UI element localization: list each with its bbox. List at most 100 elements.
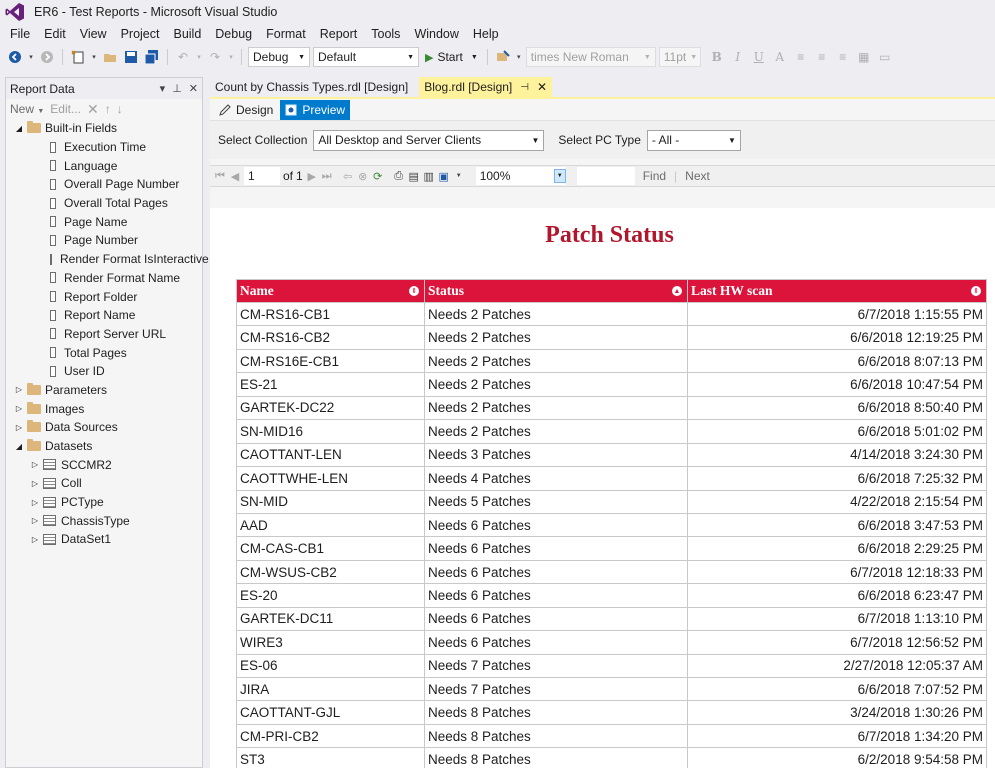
sort-icon[interactable]: ⇕ [971,286,981,296]
attach-debugger-icon[interactable] [494,48,512,66]
menu-item-help[interactable]: Help [466,24,506,44]
close-icon[interactable]: ✕ [189,82,198,95]
pin-tab-icon[interactable]: ⊣ [520,82,529,93]
first-page-icon[interactable]: ⏮ [214,170,226,183]
tree-node-built-in-fields[interactable]: ◢ Built-in Fields [6,119,202,138]
stop-icon[interactable]: ⊗ [357,170,369,183]
tree-item-dataset[interactable]: ▷ Coll [6,474,202,493]
font-family-select[interactable]: times New Roman ▼ [525,47,656,67]
find-button[interactable]: Find [638,169,671,183]
tree-item-dataset[interactable]: ▷ DataSet1 [6,530,202,549]
tree-item-field[interactable]: Page Name [6,212,202,231]
menu-item-debug[interactable]: Debug [208,24,259,44]
page-setup-icon[interactable]: ▥ [423,170,435,183]
redo-icon[interactable]: ↷ [206,48,224,66]
start-button[interactable]: ▶ Start ▼ [422,50,481,64]
new-project-icon[interactable] [69,48,87,66]
align-left-icon[interactable]: ≡ [792,48,810,66]
menu-item-window[interactable]: Window [407,24,465,44]
tree-item-field[interactable]: Execution Time [6,138,202,157]
tree-node-folder[interactable]: ▷ Images [6,399,202,418]
menu-item-tools[interactable]: Tools [364,24,407,44]
print-layout-icon[interactable]: ▤ [408,170,420,183]
save-icon[interactable] [122,48,140,66]
print-icon[interactable]: ⎙ [393,170,405,183]
tree-item-field[interactable]: Language [6,156,202,175]
tree-item-field[interactable]: Page Number [6,231,202,250]
chevron-down-icon[interactable]: ▼ [453,173,465,179]
dropdown-arrow-icon[interactable]: ▾ [195,48,203,66]
bold-button[interactable]: B [708,50,726,64]
folder-icon [27,439,41,452]
tab-blog-design[interactable]: Blog.rdl [Design] ⊣ ✕ [419,77,553,97]
new-button[interactable]: New ▼ [10,102,44,116]
pin-icon[interactable]: ⊥ [172,82,182,95]
tab-preview[interactable]: Preview [280,99,351,120]
align-right-icon[interactable]: ≡ [834,48,852,66]
pc-type-select[interactable]: - All - ▼ [646,129,741,151]
menu-item-edit[interactable]: Edit [37,24,73,44]
solution-platform-select[interactable]: Default ▼ [313,47,419,67]
tree-item-dataset[interactable]: ▷ ChassisType [6,511,202,530]
zoom-select[interactable]: 100% ▼ [475,167,566,185]
tree-node-datasets[interactable]: ◢ Datasets [6,437,202,456]
next-button[interactable]: Next [680,169,715,183]
italic-button[interactable]: I [729,50,747,64]
tree-item-dataset[interactable]: ▷ PCType [6,493,202,512]
menu-item-build[interactable]: Build [166,24,208,44]
collection-select[interactable]: All Desktop and Server Clients ▼ [313,129,545,151]
align-center-icon[interactable]: ≡ [813,48,831,66]
previous-page-icon[interactable]: ◀ [229,170,241,183]
back-to-parent-icon[interactable]: ⇦ [342,170,354,183]
edit-button[interactable]: Edit... [50,102,81,116]
solution-configuration-select[interactable]: Debug ▼ [248,47,310,67]
move-up-icon[interactable]: ↑ [105,102,111,116]
move-down-icon[interactable]: ↓ [117,102,123,116]
tree-item-field[interactable]: Render Format IsInteractive [6,250,209,269]
tree-item-field[interactable]: Overall Total Pages [6,194,202,213]
tab-count-by-chassis-types[interactable]: Count by Chassis Types.rdl [Design] [210,77,413,97]
tree-item-field[interactable]: User ID [6,362,202,381]
back-icon[interactable] [6,48,24,66]
open-file-icon[interactable] [101,48,119,66]
sort-ascending-icon[interactable]: ▲ [672,286,682,296]
menu-item-format[interactable]: Format [259,24,313,44]
tree-node-folder[interactable]: ▷ Parameters [6,381,202,400]
current-page-input[interactable]: 1 [244,167,280,185]
border-icon[interactable]: ▦ [855,48,873,66]
tab-design[interactable]: Design [214,100,278,120]
save-all-icon[interactable] [143,48,161,66]
menu-item-report[interactable]: Report [313,24,365,44]
tree-item-field[interactable]: Report Folder [6,287,202,306]
tree-item-dataset[interactable]: ▷ SCCMR2 [6,455,202,474]
menu-item-view[interactable]: View [73,24,114,44]
menu-item-file[interactable]: File [3,24,37,44]
close-tab-icon[interactable]: ✕ [537,80,547,94]
refresh-icon[interactable]: ⟳ [372,170,384,183]
tree-node-folder[interactable]: ▷ Data Sources [6,418,202,437]
delete-icon[interactable]: ✕ [87,101,99,118]
dropdown-arrow-icon[interactable]: ▾ [90,48,98,66]
undo-icon[interactable]: ↶ [174,48,192,66]
last-page-icon[interactable]: ⏭ [321,170,333,183]
sort-icon[interactable]: ⇕ [409,286,419,296]
overflow-icon[interactable]: ▾ [515,48,523,66]
underline-button[interactable]: U [750,50,768,64]
fill-color-icon[interactable]: ▭ [876,48,894,66]
next-page-icon[interactable]: ▶ [306,170,318,183]
tree-item-field[interactable]: Total Pages [6,343,202,362]
menu-item-project[interactable]: Project [114,24,167,44]
panel-menu-icon[interactable]: ▾ [160,82,166,95]
font-color-button[interactable]: A [771,50,789,64]
tree-item-field[interactable]: Report Name [6,306,202,325]
tree-item-field[interactable]: Render Format Name [6,269,202,288]
export-icon[interactable]: ▣ [438,170,450,183]
tree-item-field[interactable]: Overall Page Number [6,175,202,194]
collapsed-icon: ▷ [31,497,39,507]
font-size-select[interactable]: 11pt ▼ [658,47,701,67]
find-input[interactable] [576,167,635,185]
tree-item-field[interactable]: Report Server URL [6,325,202,344]
forward-icon[interactable] [38,48,56,66]
dropdown-arrow-icon[interactable]: ▾ [27,48,35,66]
dropdown-arrow-icon[interactable]: ▾ [227,48,235,66]
